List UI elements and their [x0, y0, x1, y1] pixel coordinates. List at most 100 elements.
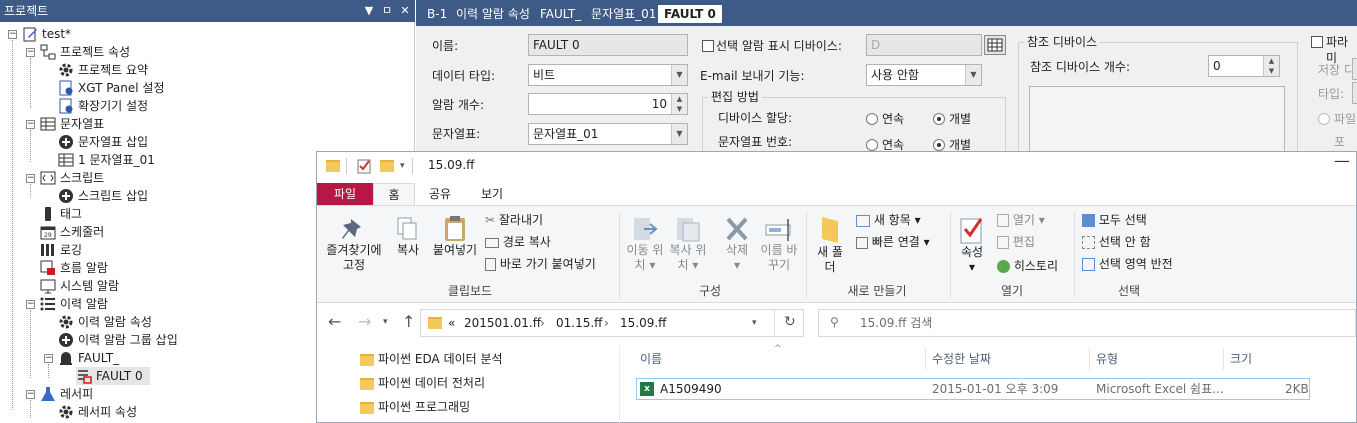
nav-item[interactable]: 파이썬 데이터 전처리 [378, 375, 485, 391]
tree-item-label: FAULT_ [78, 351, 120, 365]
invert-selection-button[interactable]: 선택 영역 반전 [1082, 256, 1173, 272]
panel-close-button[interactable]: ✕ [397, 2, 413, 20]
tree-item-fault-0[interactable]: FAULT 0 [76, 367, 150, 385]
panel-dropdown-button[interactable]: ▼ [361, 2, 377, 20]
new-folder-button[interactable]: 새 폴더 [812, 215, 848, 275]
paste-button[interactable]: 붙여넣기 [430, 215, 480, 258]
breadcrumb-item[interactable]: 201501.01.ff [464, 315, 541, 331]
chevron-down-icon: ▼ [965, 65, 981, 85]
tree-line [12, 40, 13, 410]
tab-file[interactable]: 파일 [317, 183, 373, 205]
folder-icon [326, 160, 340, 172]
address-dropdown[interactable]: ▾ [752, 315, 757, 331]
recent-locations-dropdown[interactable]: ▾ [383, 314, 388, 330]
new-item-button[interactable]: 새 항목 ▾ [856, 212, 921, 228]
alarm-count-stepper[interactable]: 10 ▲ ▼ [528, 93, 688, 115]
copy-path-button[interactable]: 경로 복사 [485, 234, 551, 250]
breadcrumb-item[interactable]: 01.15.ff [556, 315, 602, 331]
copy-button[interactable]: 복사 [392, 215, 424, 258]
data-type-select[interactable]: 비트 ▼ [528, 64, 688, 86]
pin-to-quick-access-button[interactable]: 즐겨찾기에 고정 [321, 215, 387, 273]
type-field[interactable] [1352, 82, 1357, 104]
collapse-toggle[interactable]: − [26, 120, 35, 129]
minimize-button[interactable]: — [1334, 153, 1350, 169]
select-alarm-display-checkbox[interactable] [702, 40, 714, 52]
save-device-field[interactable] [1352, 58, 1357, 80]
column-header-name[interactable]: 이름 [640, 351, 662, 367]
panel-pin-button[interactable]: ㅁ [379, 2, 395, 20]
properties-button[interactable]: 속성 ▾ [955, 215, 989, 275]
tab-fault-0[interactable]: FAULT 0 [658, 5, 722, 23]
name-field[interactable]: FAULT 0 [528, 34, 688, 56]
add-circle-icon [58, 332, 74, 348]
history-button[interactable]: 히스토리 [997, 258, 1058, 274]
up-button[interactable]: ↑ [402, 314, 415, 330]
group-divider [950, 212, 951, 298]
tab-fault-group[interactable]: FAULT_ [534, 5, 587, 23]
ref-device-count-stepper[interactable]: 0 ▲ ▼ [1208, 55, 1280, 77]
name-value: FAULT 0 [533, 38, 580, 52]
paste-shortcut-button[interactable]: 바로 가기 붙여넣기 [485, 256, 596, 272]
refresh-button[interactable]: ↻ [784, 314, 796, 330]
scissors-icon: ✂ [485, 213, 496, 227]
column-header-size[interactable]: 크기 [1230, 351, 1252, 367]
file-radio[interactable] [1318, 113, 1330, 125]
cut-button[interactable]: ✂ 잘라내기 [485, 212, 543, 228]
device-assign-individual-radio[interactable] [933, 113, 945, 125]
spin-arrows-icon[interactable]: ▲ ▼ [1263, 56, 1279, 76]
open-button[interactable]: 열기 ▾ [997, 212, 1045, 228]
search-icon: ⚲ [830, 315, 839, 329]
ref-device-list[interactable] [1029, 86, 1285, 156]
tab-history-alarm-properties[interactable]: 이력 알람 속성 [450, 5, 536, 23]
add-circle-icon [58, 134, 74, 150]
column-header-type[interactable]: 유형 [1096, 351, 1118, 367]
tab-string-table-01[interactable]: 문자열표_01 [585, 5, 662, 23]
collapse-toggle[interactable]: − [44, 354, 53, 363]
string-number-continuous-radio[interactable] [866, 139, 878, 151]
back-button[interactable]: ← [328, 314, 341, 330]
collapse-toggle[interactable]: − [8, 30, 17, 39]
easy-access-button[interactable]: 빠른 연결 ▾ [856, 234, 930, 250]
breadcrumb-overflow[interactable]: « [448, 315, 455, 331]
tab-home[interactable]: 홈 [373, 183, 415, 205]
param-checkbox[interactable] [1311, 36, 1323, 48]
tree-item-label: XGT Panel 설정 [78, 81, 165, 95]
file-label: 파일 [1334, 112, 1357, 126]
select-none-label: 선택 안 함 [1098, 235, 1151, 249]
edit-button[interactable]: 편집 [997, 234, 1035, 250]
column-header-modified[interactable]: 수정한 날짜 [932, 351, 991, 367]
nav-item[interactable]: 파이썬 EDA 데이터 분석 [378, 351, 503, 367]
copy-to-button[interactable]: 복사 위치 ▾ [667, 215, 709, 273]
tab-b1[interactable]: B-1 [421, 5, 453, 23]
spin-arrows-icon[interactable]: ▲ ▼ [671, 94, 687, 114]
string-table-select[interactable]: 문자열표_01 ▼ [528, 123, 688, 145]
select-alarm-device-field[interactable]: D [866, 34, 982, 56]
string-number-individual-radio[interactable] [933, 139, 945, 151]
breadcrumb-item[interactable]: 15.09.ff [620, 315, 666, 331]
email-select[interactable]: 사용 안함 ▼ [866, 64, 982, 86]
tab-view[interactable]: 보기 [466, 183, 518, 205]
forward-button[interactable]: → [358, 314, 371, 330]
quick-access-dropdown-icon[interactable]: ▾ [400, 158, 405, 174]
device-assign-continuous-radio[interactable] [866, 113, 878, 125]
paste-icon [445, 216, 465, 241]
rename-icon [765, 219, 791, 241]
new-folder-quick-icon[interactable] [380, 160, 394, 172]
tab-share[interactable]: 공유 [418, 183, 462, 205]
collapse-toggle[interactable]: − [26, 174, 35, 183]
tree-item-label: 1 문자열표_01 [78, 153, 155, 167]
rename-button[interactable]: 이름 바꾸기 [758, 215, 800, 273]
delete-button[interactable]: 삭제 ▾ [716, 215, 758, 273]
data-type-label: 데이터 타입: [432, 69, 496, 83]
move-to-button[interactable]: 이동 위치 ▾ [624, 215, 666, 273]
nav-item[interactable]: 파이썬 프로그래밍 [378, 399, 470, 415]
table-icon [58, 152, 74, 168]
collapse-toggle[interactable]: − [26, 300, 35, 309]
collapse-toggle[interactable]: − [26, 390, 35, 399]
select-all-button[interactable]: 모두 선택 [1082, 212, 1147, 228]
string-number-label: 문자열표 번호: [718, 135, 793, 149]
select-none-button[interactable]: 선택 안 함 [1082, 234, 1151, 250]
collapse-toggle[interactable]: − [26, 48, 35, 57]
device-picker-button[interactable] [984, 35, 1006, 55]
properties-quick-icon[interactable] [356, 158, 372, 174]
